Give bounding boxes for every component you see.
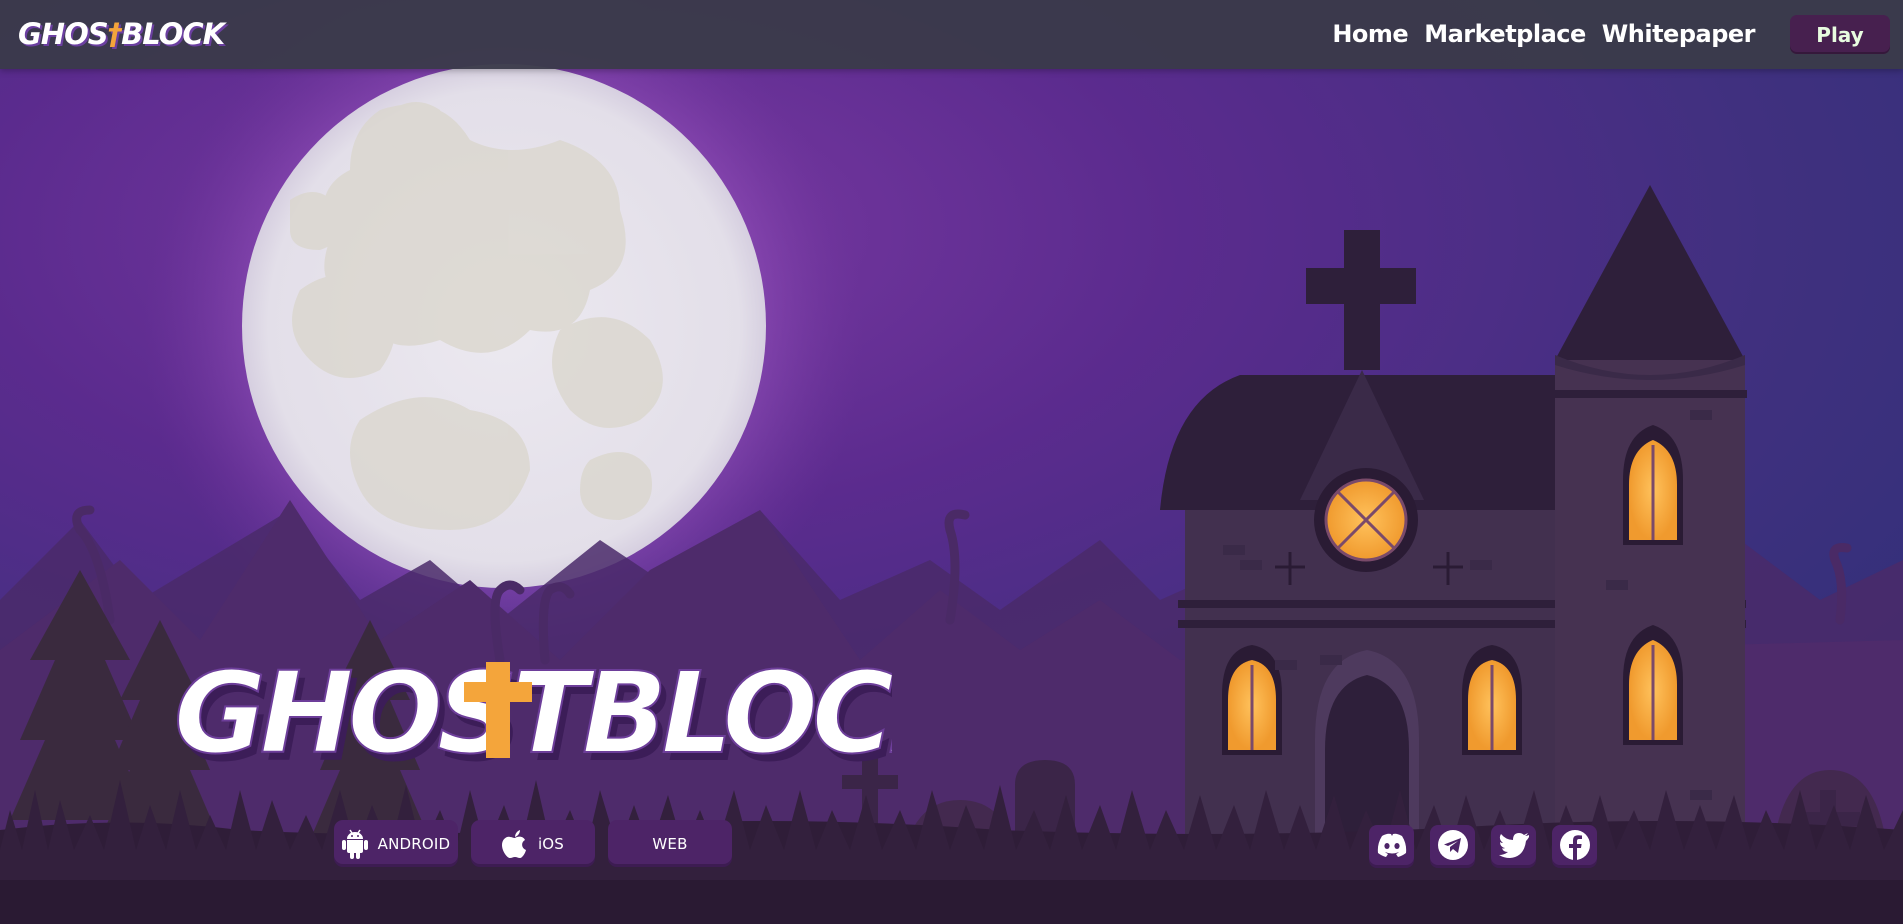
facebook-icon (1559, 829, 1591, 865)
platform-buttons: ANDROID iOS WEB (334, 820, 732, 867)
play-button[interactable]: Play (1790, 15, 1890, 54)
nav-link-whitepaper[interactable]: Whitepaper (1602, 20, 1756, 48)
twitter-link[interactable] (1491, 825, 1536, 868)
top-navbar: GHOS † BLOCK Home Marketplace Whitepaper P… (0, 0, 1903, 69)
apple-icon (501, 829, 528, 859)
brand-logo-text-after: BLOCK (121, 17, 225, 51)
nav-link-marketplace[interactable]: Marketplace (1424, 20, 1586, 48)
ios-button-label: iOS (537, 834, 565, 853)
twitter-icon (1498, 831, 1530, 863)
web-button-label: WEB (652, 834, 688, 853)
hero-logo-text: GHOSTBLOCK (174, 656, 892, 779)
android-icon (341, 829, 368, 859)
discord-link[interactable] (1369, 825, 1414, 868)
brand-logo[interactable]: GHOS † BLOCK (18, 14, 225, 54)
telegram-icon (1437, 829, 1469, 865)
social-links (1369, 825, 1597, 868)
android-download-button[interactable]: ANDROID (334, 820, 458, 867)
hero-logo: GHOSTBLOCK GHOSTBLOCK (172, 648, 994, 787)
android-button-label: ANDROID (377, 834, 451, 853)
brand-logo-text-before: GHOS (18, 17, 109, 51)
facebook-link[interactable] (1552, 825, 1597, 868)
nav-link-home[interactable]: Home (1332, 20, 1408, 48)
main-nav: Home Marketplace Whitepaper (1332, 16, 1755, 52)
web-play-button[interactable]: WEB (608, 820, 732, 867)
brand-logo-cross: † (107, 17, 122, 51)
discord-icon (1376, 833, 1408, 861)
ios-download-button[interactable]: iOS (471, 820, 595, 867)
telegram-link[interactable] (1430, 825, 1475, 868)
